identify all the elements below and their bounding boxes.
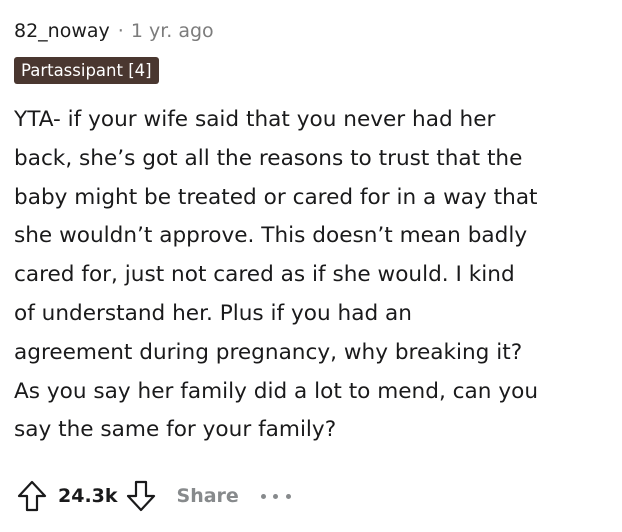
comment-body: YTA- if your wife said that you never ha… (14, 101, 614, 450)
meta-separator: · (117, 20, 124, 42)
comment-body-line: As you say her family did a lot to mend,… (14, 378, 539, 404)
more-options-icon (260, 493, 266, 499)
more-options-icon (273, 493, 279, 499)
username-link[interactable]: 82_noway (14, 20, 110, 42)
vote-score: 24.3k (58, 485, 118, 507)
comment-body-line: YTA- if your wife said that you never ha… (14, 107, 496, 132)
more-options-icon (285, 493, 291, 499)
downvote-arrow-icon (126, 480, 155, 512)
comment-body-line: back, she’s got all the reasons to trust… (14, 145, 523, 171)
user-flair: Partassipant [4] (14, 57, 159, 84)
timestamp-link[interactable]: 1 yr. ago (131, 20, 214, 42)
comment-body-line: agreement during pregnancy, why breaking… (14, 339, 523, 365)
comment-header: 82_noway · 1 yr. ago (14, 16, 214, 46)
comment-body-line: baby might be treated or cared for in a … (14, 184, 538, 210)
more-options-button[interactable] (260, 486, 291, 506)
comment-actions: 24.3k Share (14, 476, 291, 516)
upvote-arrow-icon (17, 480, 47, 512)
downvote-button[interactable] (123, 478, 159, 514)
share-button[interactable]: Share (177, 485, 239, 507)
comment-body-line: of understand her. Plus if you had an (14, 300, 412, 326)
upvote-button[interactable] (14, 478, 50, 514)
comment-body-line: say the same for your family? (14, 417, 337, 443)
comment-body-line: she wouldn’t approve. This doesn’t mean … (14, 223, 528, 249)
comment-body-line: cared for, just not cared as if she woul… (14, 262, 515, 288)
